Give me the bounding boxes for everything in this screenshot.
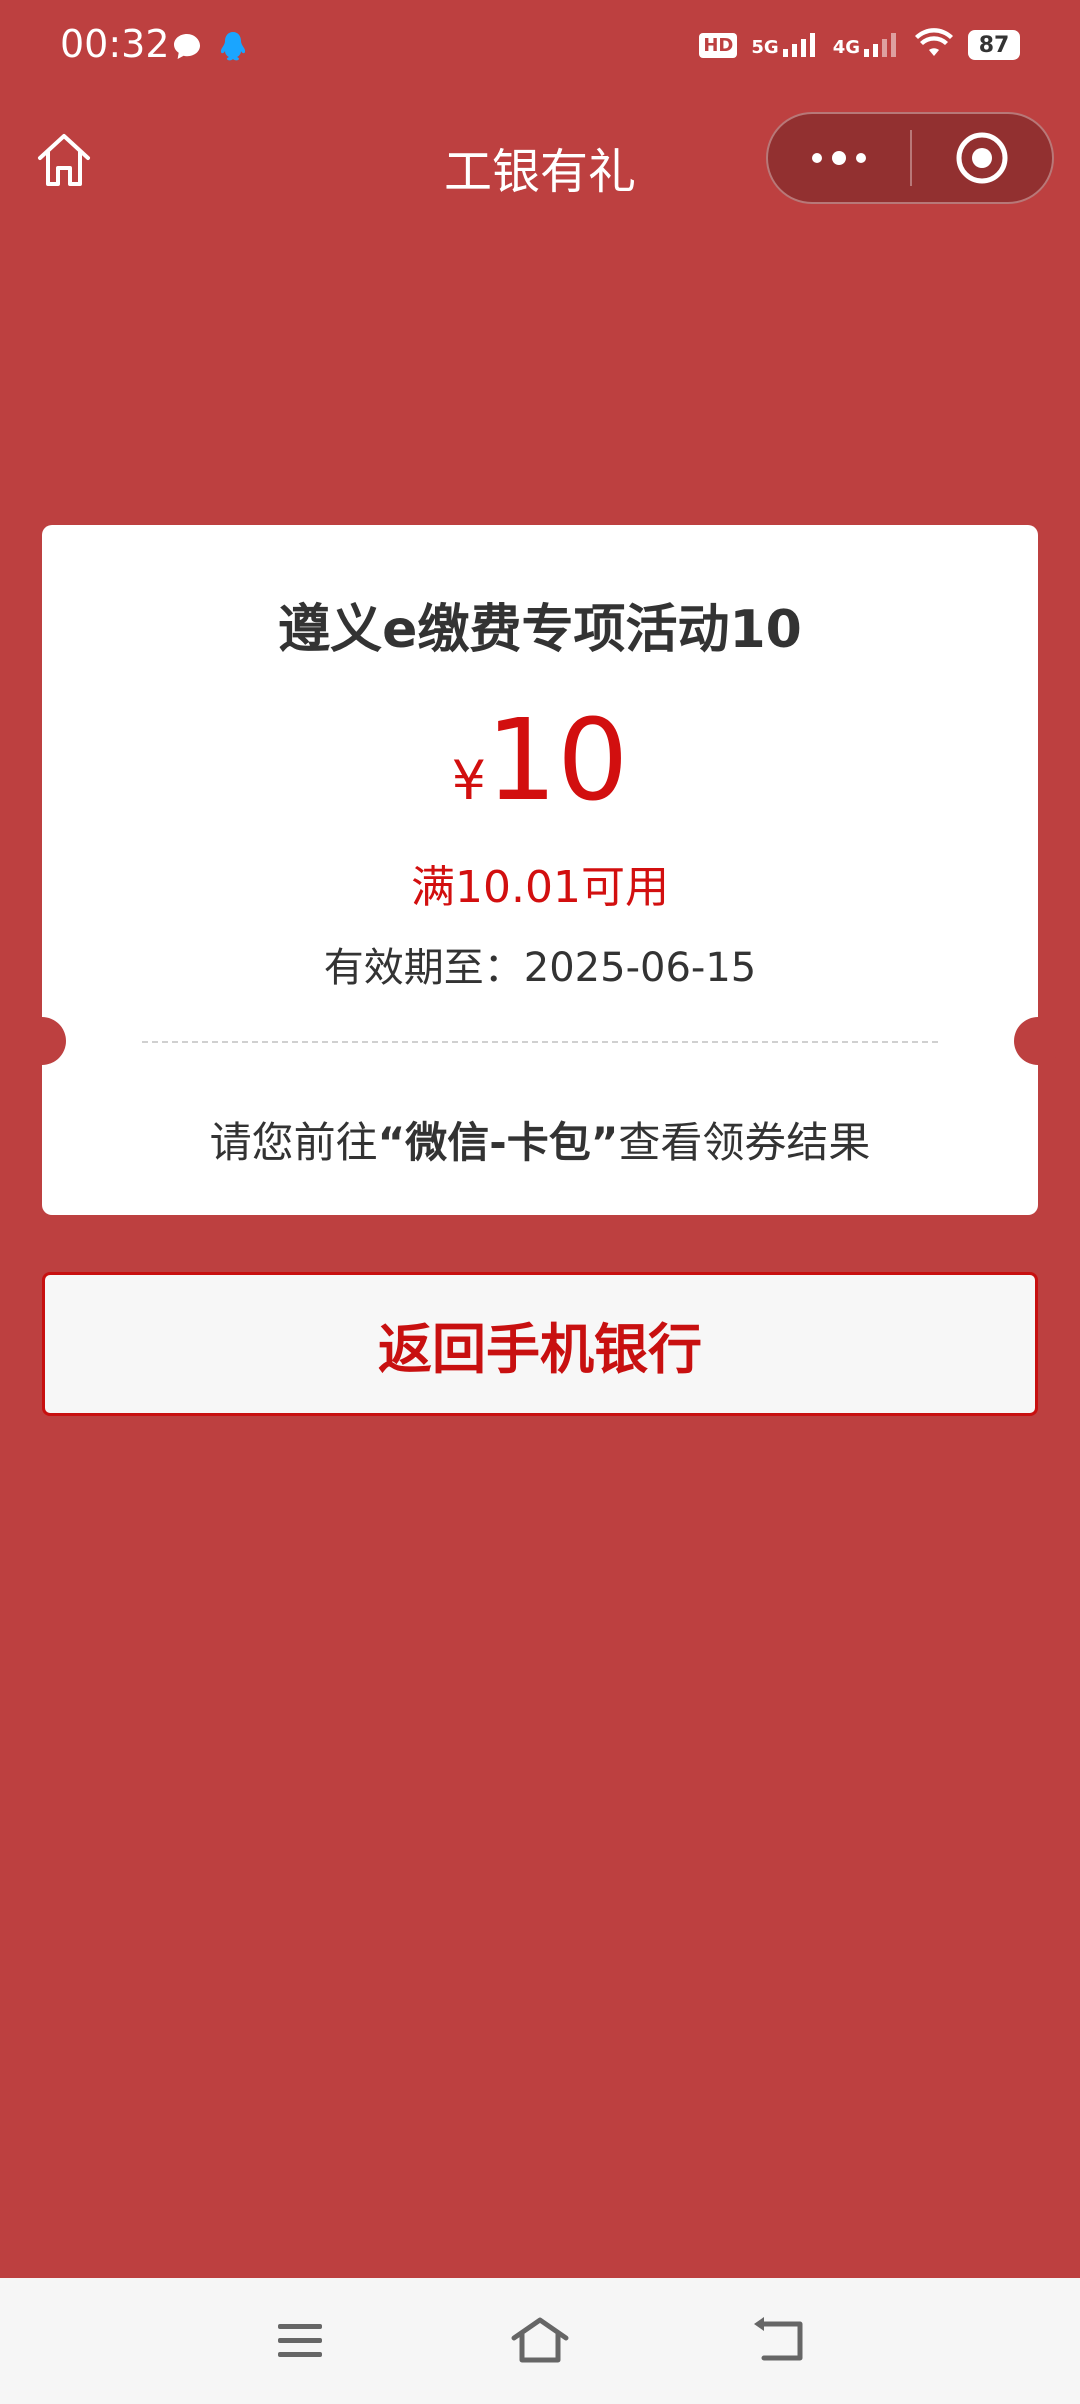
system-back-button[interactable] bbox=[750, 2316, 810, 2366]
nav-bar: 工银有礼 bbox=[0, 110, 1080, 210]
status-bar: 00:32 HD 5G 4G 87 bbox=[0, 0, 1080, 96]
capsule-menu bbox=[766, 112, 1054, 204]
validity-date: 有效期至：2025-06-15 bbox=[42, 935, 1038, 993]
signal-5g-icon: 5G bbox=[751, 33, 818, 57]
system-home-button[interactable] bbox=[510, 2316, 570, 2366]
coupon-title: 遵义e缴费专项活动10 bbox=[278, 600, 802, 660]
currency-symbol: ¥ bbox=[451, 749, 486, 812]
house-outline-icon bbox=[511, 2317, 569, 2363]
qq-penguin-icon bbox=[218, 30, 248, 68]
tip-highlight: “微信-卡包” bbox=[377, 1118, 619, 1167]
dashed-divider bbox=[142, 1041, 938, 1043]
ticket-notch-right bbox=[1014, 1017, 1062, 1065]
wechat-message-icon bbox=[170, 30, 204, 68]
amount-value: 10 bbox=[485, 696, 629, 826]
validity-value: 2025-06-15 bbox=[523, 945, 757, 991]
return-mobile-banking-button[interactable]: 返回手机银行 bbox=[42, 1272, 1038, 1416]
tip-prefix: 请您前往 bbox=[209, 1118, 378, 1167]
hd-badge: HD bbox=[699, 32, 738, 58]
recent-apps-button[interactable] bbox=[270, 2316, 330, 2366]
usage-condition: 满10.01可用 bbox=[411, 862, 669, 913]
signal-4g-icon: 4G bbox=[833, 33, 900, 57]
menu-lines-icon bbox=[278, 2324, 322, 2357]
ticket-notch-left bbox=[18, 1017, 66, 1065]
back-arrow-icon bbox=[754, 2317, 803, 2361]
system-nav-bar bbox=[0, 2278, 1080, 2404]
tip-suffix: 查看领券结果 bbox=[618, 1118, 871, 1167]
wallet-tip: 请您前往“微信-卡包”查看领券结果 bbox=[42, 1109, 1038, 1170]
target-close-icon bbox=[956, 132, 1008, 184]
battery-indicator: 87 bbox=[968, 30, 1020, 60]
close-button[interactable] bbox=[912, 114, 1052, 202]
more-button[interactable] bbox=[768, 114, 910, 202]
coupon-card: 遵义e缴费专项活动10 ¥10 满10.01可用 有效期至：2025-06-15… bbox=[18, 525, 1062, 1215]
validity-label: 有效期至： bbox=[323, 945, 524, 991]
coupon-amount: ¥10 bbox=[42, 705, 1038, 817]
status-time: 00:32 bbox=[60, 22, 170, 66]
wifi-icon bbox=[914, 28, 954, 62]
more-dots-icon bbox=[812, 151, 866, 165]
